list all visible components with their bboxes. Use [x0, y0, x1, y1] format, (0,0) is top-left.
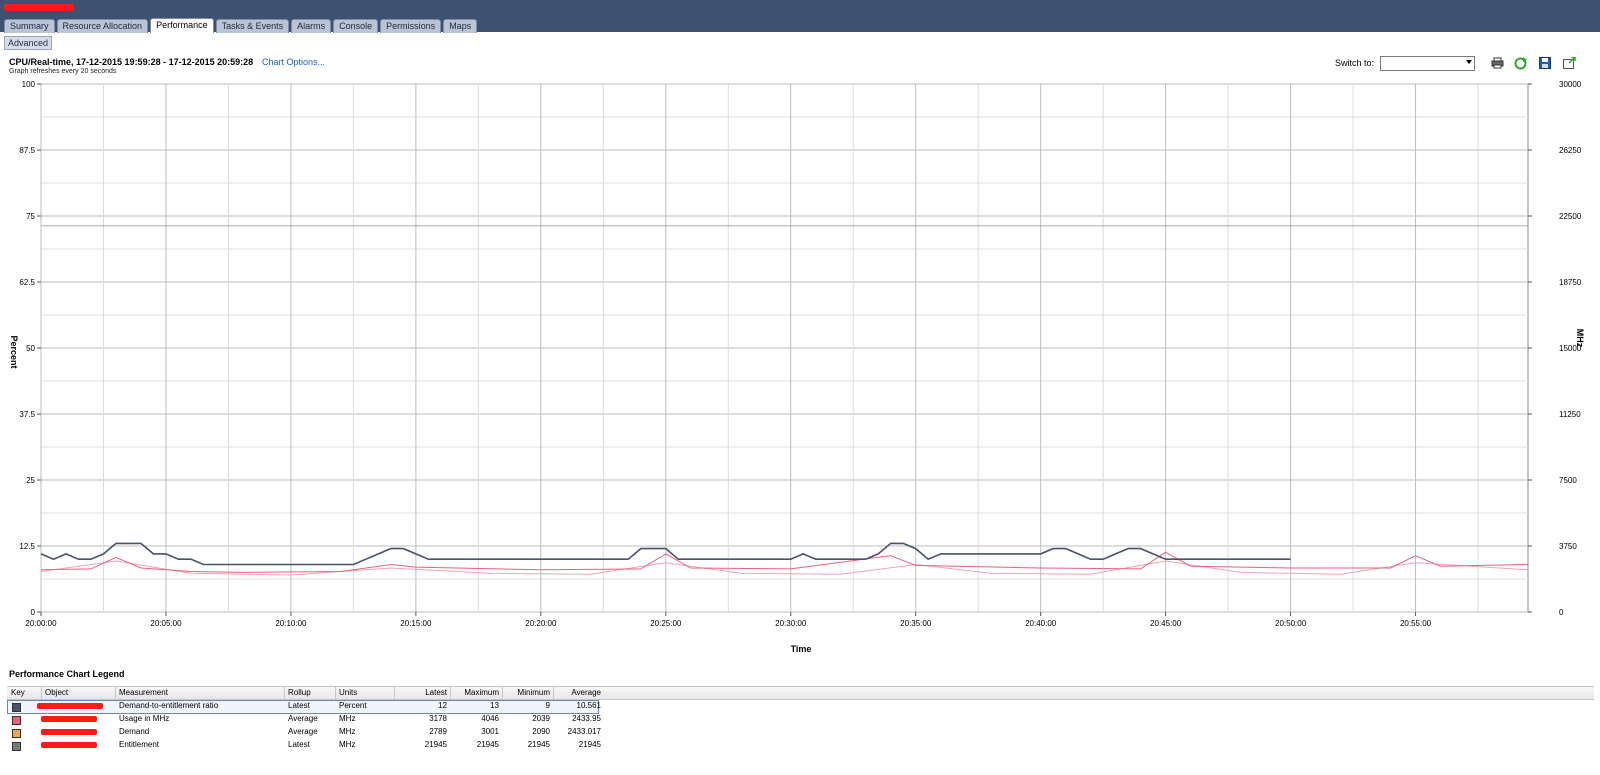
x-tick-label: 20:50:00	[1275, 619, 1307, 628]
y-tick-label-left: 0	[31, 608, 36, 617]
legend-average: 10.561	[576, 701, 601, 710]
x-tick-label: 20:30:00	[775, 619, 807, 628]
legend-key-swatch[interactable]	[12, 716, 21, 725]
x-tick-label: 20:15:00	[400, 619, 432, 628]
legend-header-row: Key Object Measurement Rollup Units Late…	[7, 686, 1594, 700]
legend-minimum: 2039	[532, 714, 550, 723]
legend-average: 2433.017	[567, 727, 601, 736]
legend-measurement: Entitlement	[119, 740, 160, 749]
legend-row[interactable]: Demand Average MHz 2789 3001 2090 2433.0…	[7, 726, 1594, 739]
y-tick-label-left: 12.5	[19, 542, 35, 551]
y-axis-right-label: MHz	[1575, 329, 1585, 348]
legend-maximum: 3001	[481, 727, 499, 736]
legend-rollup: Average	[288, 714, 318, 723]
x-tick-label: 20:05:00	[150, 619, 182, 628]
legend-latest: 2789	[429, 727, 447, 736]
x-axis-label: Time	[791, 644, 812, 654]
chart-grid	[40, 83, 1529, 613]
legend-latest: 3178	[429, 714, 447, 723]
legend-units: MHz	[339, 727, 356, 736]
y-tick-label-left: 50	[26, 344, 35, 353]
redacted-object	[41, 716, 97, 722]
x-tick-label: 20:25:00	[650, 619, 682, 628]
y-tick-label-left: 75	[26, 212, 35, 221]
legend-rollup: Latest	[288, 740, 310, 749]
y-tick-label-left: 100	[22, 80, 36, 89]
col-units-header[interactable]: Units	[336, 687, 395, 699]
legend-rollup: Average	[288, 727, 318, 736]
y-tick-label-right: 11250	[1559, 410, 1581, 419]
legend-units: Percent	[339, 701, 367, 710]
y-tick-label-right: 7500	[1559, 476, 1577, 485]
x-axis-ticks: 20:00:00 20:05:00 20:10:00 20:15:00 20:20:00…	[25, 612, 1432, 628]
legend-row[interactable]: Usage in MHz Average MHz 3178 4046 2039 …	[7, 713, 1594, 726]
y-tick-label-left: 87.5	[19, 146, 35, 155]
y-axis-left-ticks: 0 12.5 25 37.5 50 62.5 75 87.5 100	[19, 80, 41, 617]
legend-minimum: 2090	[532, 727, 550, 736]
col-maximum-header[interactable]: Maximum	[450, 687, 503, 699]
redacted-object	[41, 729, 97, 735]
legend-minimum: 9	[545, 701, 550, 710]
col-object-header[interactable]: Object	[42, 687, 116, 699]
legend-units: MHz	[339, 714, 356, 723]
redacted-object	[41, 742, 97, 748]
y-tick-label-right: 26250	[1559, 146, 1582, 155]
legend-latest: 21945	[424, 740, 447, 749]
legend-maximum: 13	[490, 701, 499, 710]
legend-units: MHz	[339, 740, 356, 749]
col-key-header[interactable]: Key	[7, 687, 42, 699]
legend-row[interactable]: Demand-to-entitlement ratio Latest Perce…	[7, 700, 1594, 714]
legend-table: Key Object Measurement Rollup Units Late…	[7, 686, 1594, 752]
legend-title: Performance Chart Legend	[9, 669, 125, 679]
legend-key-swatch[interactable]	[12, 742, 21, 751]
y-axis-left-label: Percent	[9, 335, 19, 368]
legend-average: 2433.95	[572, 714, 601, 723]
legend-maximum: 21945	[476, 740, 499, 749]
legend-key-swatch[interactable]	[12, 703, 21, 712]
legend-measurement: Demand-to-entitlement ratio	[119, 701, 219, 710]
x-tick-label: 20:20:00	[525, 619, 557, 628]
col-minimum-header[interactable]: Minimum	[502, 687, 554, 699]
y-tick-label-right: 30000	[1559, 80, 1582, 89]
legend-latest: 12	[438, 701, 447, 710]
col-rollup-header[interactable]: Rollup	[285, 687, 336, 699]
x-tick-label: 20:00:00	[25, 619, 57, 628]
x-tick-label: 20:35:00	[900, 619, 932, 628]
y-tick-label-left: 37.5	[19, 410, 35, 419]
y-axis-right-ticks: 037507500112501500018750225002625030000	[1528, 80, 1582, 617]
y-tick-label-right: 3750	[1559, 542, 1577, 551]
legend-key-swatch[interactable]	[12, 729, 21, 738]
y-tick-label-right: 22500	[1559, 212, 1582, 221]
col-measurement-header[interactable]: Measurement	[116, 687, 285, 699]
y-tick-label-left: 62.5	[19, 278, 35, 287]
x-tick-label: 20:55:00	[1400, 619, 1432, 628]
y-tick-label-left: 25	[26, 476, 35, 485]
x-tick-label: 20:10:00	[275, 619, 307, 628]
x-tick-label: 20:40:00	[1025, 619, 1057, 628]
legend-measurement: Usage in MHz	[119, 714, 170, 723]
y-tick-label-right: 18750	[1559, 278, 1582, 287]
legend-average: 21945	[578, 740, 601, 749]
legend-rollup: Latest	[288, 701, 310, 710]
col-latest-header[interactable]: Latest	[395, 687, 451, 699]
performance-chart: 0 12.5 25 37.5 50 62.5 75 87.5 100 0 3750 7500 1125…	[9, 80, 1585, 654]
x-tick-label: 20:45:00	[1150, 619, 1182, 628]
redacted-object	[37, 703, 103, 709]
legend-row[interactable]: Entitlement Latest MHz 21945 21945 21945…	[7, 739, 1594, 752]
col-average-header[interactable]: Average	[553, 687, 604, 699]
legend-maximum: 4046	[481, 714, 499, 723]
y-tick-label-right: 0	[1559, 608, 1564, 617]
legend-minimum: 21945	[527, 740, 550, 749]
legend-measurement: Demand	[119, 727, 150, 736]
